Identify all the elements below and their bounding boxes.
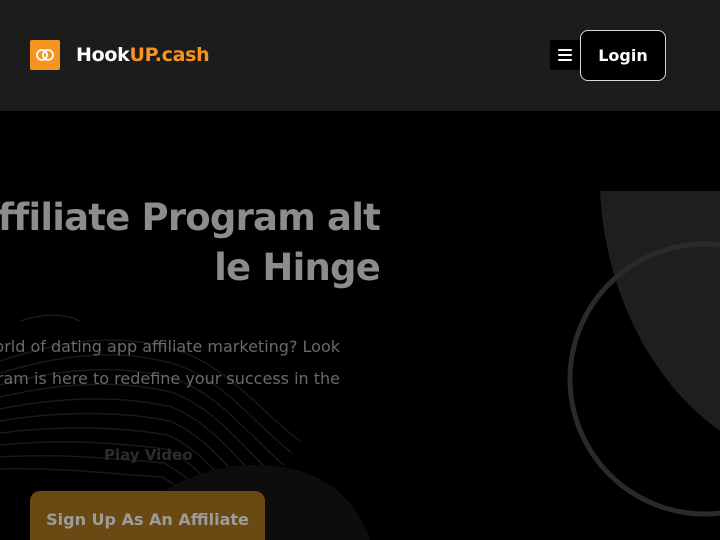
hero-description: world of dating app affiliate marketing?… — [0, 331, 340, 395]
hero-section: ffiliate Program alt le Hinge world of d… — [0, 111, 720, 540]
signup-affiliate-button[interactable]: Sign Up As An Affiliate — [30, 491, 265, 540]
play-video-link[interactable]: Play Video — [104, 446, 193, 464]
brand-name-part1: Hook — [76, 44, 130, 66]
hero-headline-line-2: le Hinge — [214, 246, 381, 289]
hero-headline: ffiliate Program alt le Hinge — [0, 193, 381, 293]
hamburger-menu-icon[interactable] — [550, 40, 580, 70]
decorative-background-shapes — [0, 191, 720, 540]
decorative-arc-shape — [600, 191, 720, 431]
login-button[interactable]: Login — [580, 30, 666, 81]
hero-description-line-2: ram is here to redefine your success in … — [0, 369, 340, 388]
brand-logo-text[interactable]: HookUP.cash — [76, 42, 210, 68]
hero-headline-line-1: ffiliate Program alt — [0, 196, 381, 239]
linked-rings-icon[interactable] — [30, 40, 60, 70]
brand-name-part2: UP.cash — [129, 44, 210, 66]
hero-description-line-1: world of dating app affiliate marketing?… — [0, 337, 340, 356]
site-header: HookUP.cash Login — [0, 0, 720, 111]
